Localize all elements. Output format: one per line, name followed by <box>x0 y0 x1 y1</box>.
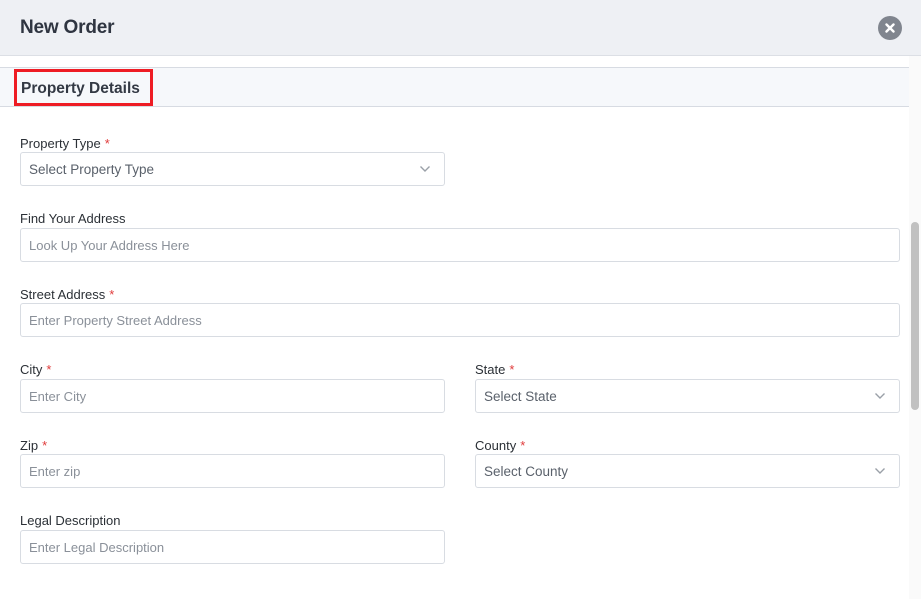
section-header: Property Details <box>0 67 919 107</box>
legal-description-label-text: Legal Description <box>20 513 121 528</box>
street-address-label-text: Street Address <box>20 287 106 302</box>
county-label-text: County <box>475 438 517 453</box>
zip-field <box>20 454 445 488</box>
county-select[interactable]: Select County <box>475 454 900 488</box>
state-label-text: State <box>475 362 506 377</box>
city-field <box>20 379 445 413</box>
city-label-text: City <box>20 362 43 377</box>
chevron-down-icon <box>412 165 438 173</box>
city-label: City * <box>20 362 51 377</box>
chevron-down-icon <box>867 392 893 400</box>
state-select[interactable]: Select State <box>475 379 900 413</box>
required-marker: * <box>46 362 52 377</box>
find-address-label: Find Your Address <box>20 211 126 226</box>
zip-label: Zip * <box>20 438 47 453</box>
property-type-select[interactable]: Select Property Type <box>20 152 445 186</box>
find-address-label-text: Find Your Address <box>20 211 126 226</box>
street-address-label: Street Address * <box>20 287 114 302</box>
chevron-down-icon <box>867 467 893 475</box>
required-marker: * <box>104 136 110 151</box>
property-type-label-text: Property Type <box>20 136 101 151</box>
legal-description-label: Legal Description <box>20 513 120 528</box>
zip-label-text: Zip <box>20 438 39 453</box>
required-marker: * <box>509 362 515 377</box>
property-type-value: Select Property Type <box>29 161 155 177</box>
modal-header: New Order <box>0 0 921 56</box>
section-title: Property Details <box>14 69 153 106</box>
scrollbar-thumb[interactable] <box>911 222 919 410</box>
street-address-input[interactable] <box>29 312 899 328</box>
state-value: Select State <box>484 388 557 404</box>
required-marker: * <box>520 438 526 453</box>
find-address-input[interactable] <box>29 237 899 253</box>
property-type-label: Property Type * <box>20 136 110 151</box>
find-address-field <box>20 228 900 262</box>
state-label: State * <box>475 362 514 377</box>
zip-input[interactable] <box>29 463 444 479</box>
required-marker: * <box>42 438 48 453</box>
legal-description-field <box>20 530 445 564</box>
city-input[interactable] <box>29 388 444 404</box>
legal-description-input[interactable] <box>29 539 444 555</box>
street-address-field <box>20 303 900 337</box>
county-value: Select County <box>484 463 569 479</box>
required-marker: * <box>109 287 115 302</box>
close-button[interactable] <box>878 16 902 40</box>
close-icon <box>885 23 895 33</box>
modal-title: New Order <box>20 17 115 38</box>
county-label: County * <box>475 438 525 453</box>
